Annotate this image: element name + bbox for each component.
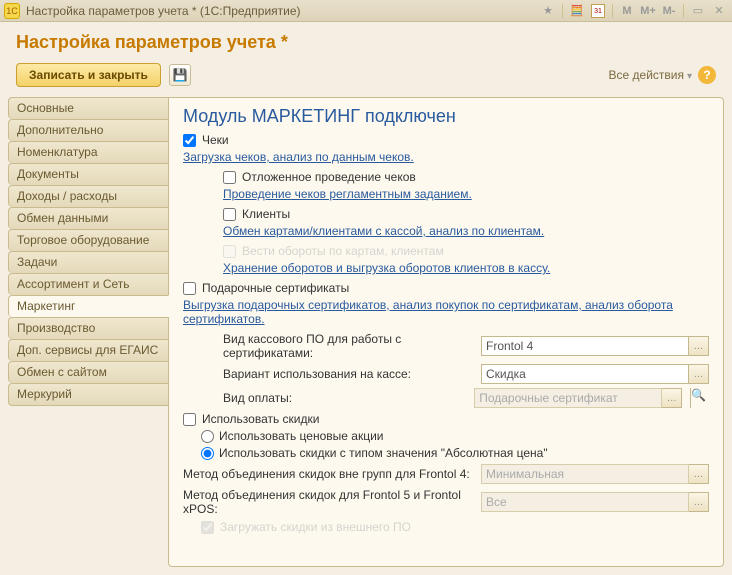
- radio-abs[interactable]: [201, 447, 214, 460]
- gift-desc-link[interactable]: Выгрузка подарочных сертификатов, анализ…: [183, 298, 709, 326]
- tab-доходы-расходы[interactable]: Доходы / расходы: [8, 185, 168, 207]
- minimize-button[interactable]: ▭: [689, 3, 707, 19]
- tab-меркурий[interactable]: Меркурий: [8, 383, 168, 406]
- gift-checkbox[interactable]: [183, 282, 196, 295]
- usage-select-button[interactable]: …: [689, 364, 709, 384]
- turnover-checkbox-row: Вести обороты по картам, клиентам: [223, 244, 709, 258]
- toolbar: Записать и закрыть 💾 Все действия ?: [0, 59, 732, 97]
- merge-out-label: Метод объединения скидок вне групп для F…: [183, 467, 473, 481]
- radio-price[interactable]: [201, 430, 214, 443]
- save-icon-button[interactable]: 💾: [169, 64, 191, 86]
- help-button[interactable]: ?: [698, 66, 716, 84]
- panel-heading: Модуль МАРКЕТИНГ подключен: [183, 106, 709, 127]
- use-discounts-checkbox[interactable]: [183, 413, 196, 426]
- deferred-checkbox-row[interactable]: Отложенное проведение чеков: [223, 170, 709, 184]
- cheki-checkbox-row[interactable]: Чеки: [183, 133, 709, 147]
- pay-input: [474, 388, 662, 408]
- clients-checkbox-row[interactable]: Клиенты: [223, 207, 709, 221]
- clients-checkbox[interactable]: [223, 208, 236, 221]
- deferred-link[interactable]: Проведение чеков регламентным заданием.: [223, 187, 709, 201]
- pay-open-button[interactable]: 🔍: [690, 388, 709, 408]
- radio-abs-row[interactable]: Использовать скидки с типом значения "Аб…: [201, 446, 709, 460]
- content-panel: Модуль МАРКЕТИНГ подключен Чеки Загрузка…: [168, 97, 724, 567]
- tab-обмен-с-сайтом[interactable]: Обмен с сайтом: [8, 361, 168, 383]
- window-title: Настройка параметров учета * (1С:Предпри…: [26, 4, 539, 18]
- tab-документы[interactable]: Документы: [8, 163, 168, 185]
- radio-abs-label: Использовать скидки с типом значения "Аб…: [219, 446, 548, 460]
- usage-combo[interactable]: …: [481, 364, 709, 384]
- radio-price-row[interactable]: Использовать ценовые акции: [201, 429, 709, 443]
- all-actions-dropdown[interactable]: Все действия: [609, 68, 693, 82]
- titlebar: 1C Настройка параметров учета * (1С:Пред…: [0, 0, 732, 22]
- use-discounts-label: Использовать скидки: [202, 412, 319, 426]
- memory-m-button[interactable]: M: [618, 3, 636, 19]
- merge-out-combo: …: [481, 464, 709, 484]
- turnover-checkbox: [223, 245, 236, 258]
- merge-f5-input: [481, 492, 689, 512]
- calendar-icon[interactable]: 31: [589, 3, 607, 19]
- load-ext-checkbox: [201, 521, 214, 534]
- calc-icon[interactable]: 🧮: [568, 3, 586, 19]
- usage-input[interactable]: [481, 364, 689, 384]
- save-and-close-button[interactable]: Записать и закрыть: [16, 63, 161, 87]
- tab-маркетинг[interactable]: Маркетинг: [8, 295, 169, 317]
- tab-ассортимент-и-сеть[interactable]: Ассортимент и Сеть: [8, 273, 168, 295]
- clients-link[interactable]: Обмен картами/клиентами с кассой, анализ…: [223, 224, 709, 238]
- app-icon: 1C: [4, 3, 20, 19]
- memory-mminus-button[interactable]: M-: [660, 3, 678, 19]
- tab-основные[interactable]: Основные: [8, 97, 168, 119]
- deferred-checkbox[interactable]: [223, 171, 236, 184]
- load-ext-checkbox-row: Загружать скидки из внешнего ПО: [201, 520, 709, 534]
- tab-торговое-оборудование[interactable]: Торговое оборудование: [8, 229, 168, 251]
- tab-доп-сервисы-для-егаис[interactable]: Доп. сервисы для ЕГАИС: [8, 339, 168, 361]
- nav-tabs: ОсновныеДополнительноНоменклатураДокумен…: [8, 97, 168, 567]
- memory-mplus-button[interactable]: M+: [639, 3, 657, 19]
- tab-номенклатура[interactable]: Номенклатура: [8, 141, 168, 163]
- gift-checkbox-row[interactable]: Подарочные сертификаты: [183, 281, 709, 295]
- merge-out-input: [481, 464, 689, 484]
- cheki-label: Чеки: [202, 133, 229, 147]
- tab-производство[interactable]: Производство: [8, 317, 168, 339]
- radio-price-label: Использовать ценовые акции: [219, 429, 383, 443]
- cert-soft-label: Вид кассового ПО для работы с сертификат…: [223, 332, 473, 360]
- pay-select-button[interactable]: …: [662, 388, 682, 408]
- page-header: Настройка параметров учета *: [0, 22, 732, 59]
- merge-f5-combo: …: [481, 492, 709, 512]
- pay-label: Вид оплаты:: [223, 391, 466, 405]
- page-title: Настройка параметров учета *: [16, 32, 716, 53]
- merge-f5-label: Метод объединения скидок для Frontol 5 и…: [183, 488, 473, 516]
- pay-combo: …: [474, 388, 682, 408]
- gift-label: Подарочные сертификаты: [202, 281, 349, 295]
- cheki-checkbox[interactable]: [183, 134, 196, 147]
- load-ext-label: Загружать скидки из внешнего ПО: [220, 520, 411, 534]
- tab-обмен-данными[interactable]: Обмен данными: [8, 207, 168, 229]
- usage-label: Вариант использования на кассе:: [223, 367, 473, 381]
- tab-задачи[interactable]: Задачи: [8, 251, 168, 273]
- cert-soft-select-button[interactable]: …: [689, 336, 709, 356]
- deferred-label: Отложенное проведение чеков: [242, 170, 416, 184]
- turnover-link[interactable]: Хранение оборотов и выгрузка оборотов кл…: [223, 261, 709, 275]
- merge-out-select-button[interactable]: …: [689, 464, 709, 484]
- clients-label: Клиенты: [242, 207, 290, 221]
- favorite-icon[interactable]: ★: [539, 3, 557, 19]
- cheki-desc-link[interactable]: Загрузка чеков, анализ по данным чеков.: [183, 150, 709, 164]
- merge-f5-select-button[interactable]: …: [689, 492, 709, 512]
- titlebar-controls: ★ 🧮 31 M M+ M- ▭ ✕: [539, 3, 728, 19]
- tab-дополнительно[interactable]: Дополнительно: [8, 119, 168, 141]
- close-button[interactable]: ✕: [710, 3, 728, 19]
- cert-soft-input[interactable]: [481, 336, 689, 356]
- turnover-label: Вести обороты по картам, клиентам: [242, 244, 444, 258]
- cert-soft-combo[interactable]: …: [481, 336, 709, 356]
- use-discounts-checkbox-row[interactable]: Использовать скидки: [183, 412, 709, 426]
